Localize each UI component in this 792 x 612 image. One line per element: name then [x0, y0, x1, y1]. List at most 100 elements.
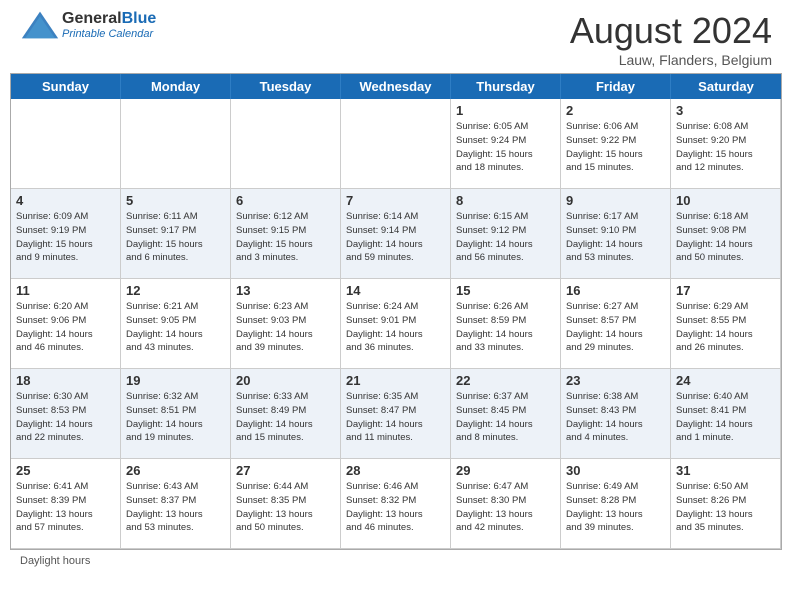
- cal-cell-w1-d6: 10 Sunrise: 6:18 AM Sunset: 9:08 PM Dayli…: [671, 189, 781, 279]
- header: GeneralBlue Printable Calendar August 20…: [0, 0, 792, 73]
- cal-cell-w0-d2: [231, 99, 341, 189]
- header-friday: Friday: [561, 74, 671, 99]
- day-number: 4: [16, 193, 115, 208]
- logo-icon: [20, 10, 60, 40]
- cal-cell-w0-d4: 1Sunrise: 6:05 AM Sunset: 9:24 PM Daylig…: [451, 99, 561, 189]
- day-number: 23: [566, 373, 665, 388]
- page-wrapper: GeneralBlue Printable Calendar August 20…: [0, 0, 792, 572]
- day-info: Sunrise: 6:15 AM Sunset: 9:12 PM Dayligh…: [456, 210, 555, 265]
- cal-cell-w4-d6: 31Sunrise: 6:50 AM Sunset: 8:26 PM Dayli…: [671, 459, 781, 549]
- week-row-2: 4 Sunrise: 6:09 AM Sunset: 9:19 PM Daylig…: [11, 189, 781, 279]
- header-wednesday: Wednesday: [341, 74, 451, 99]
- cal-cell-w3-d0: 18Sunrise: 6:30 AM Sunset: 8:53 PM Dayli…: [11, 369, 121, 459]
- day-number: 17: [676, 283, 775, 298]
- title-section: August 2024 Lauw, Flanders, Belgium: [570, 10, 772, 68]
- day-info: Sunrise: 6:29 AM Sunset: 8:55 PM Dayligh…: [676, 300, 775, 355]
- day-info: Sunrise: 6:37 AM Sunset: 8:45 PM Dayligh…: [456, 390, 555, 445]
- calendar: Sunday Monday Tuesday Wednesday Thursday…: [10, 73, 782, 550]
- day-info: Sunrise: 6:47 AM Sunset: 8:30 PM Dayligh…: [456, 480, 555, 535]
- day-info: Sunrise: 6:11 AM Sunset: 9:17 PM Dayligh…: [126, 210, 225, 265]
- weekday-header: Sunday Monday Tuesday Wednesday Thursday…: [11, 74, 781, 99]
- cal-cell-w4-d1: 26Sunrise: 6:43 AM Sunset: 8:37 PM Dayli…: [121, 459, 231, 549]
- cal-cell-w4-d0: 25 Sunrise: 6:41 AM Sunset: 8:39 PM Dayli…: [11, 459, 121, 549]
- day-number: 16: [566, 283, 665, 298]
- header-thursday: Thursday: [451, 74, 561, 99]
- day-info: Sunrise: 6:30 AM Sunset: 8:53 PM Dayligh…: [16, 390, 115, 445]
- day-info: Sunrise: 6:40 AM Sunset: 8:41 PM Dayligh…: [676, 390, 775, 445]
- day-info: Sunrise: 6:08 AM Sunset: 9:20 PM Dayligh…: [676, 120, 775, 175]
- day-info: Sunrise: 6:23 AM Sunset: 9:03 PM Dayligh…: [236, 300, 335, 355]
- cal-cell-w0-d1: [121, 99, 231, 189]
- daylight-label: Daylight hours: [20, 555, 90, 567]
- header-monday: Monday: [121, 74, 231, 99]
- month-year-title: August 2024: [570, 10, 772, 52]
- cal-cell-w2-d5: 16 Sunrise: 6:27 AM Sunset: 8:57 PM Dayli…: [561, 279, 671, 369]
- cal-cell-w3-d5: 23 Sunrise: 6:38 AM Sunset: 8:43 PM Dayli…: [561, 369, 671, 459]
- logo: GeneralBlue Printable Calendar: [20, 10, 156, 40]
- cal-cell-w0-d5: 2 Sunrise: 6:06 AM Sunset: 9:22 PM Daylig…: [561, 99, 671, 189]
- day-number: 30: [566, 463, 665, 478]
- day-info: Sunrise: 6:14 AM Sunset: 9:14 PM Dayligh…: [346, 210, 445, 265]
- week-row-3: 11Sunrise: 6:20 AM Sunset: 9:06 PM Dayli…: [11, 279, 781, 369]
- week-row-1: 1Sunrise: 6:05 AM Sunset: 9:24 PM Daylig…: [11, 99, 781, 189]
- day-number: 14: [346, 283, 445, 298]
- day-number: 10: [676, 193, 775, 208]
- logo-blue: Blue: [122, 10, 157, 27]
- cal-cell-w4-d4: 29Sunrise: 6:47 AM Sunset: 8:30 PM Dayli…: [451, 459, 561, 549]
- day-info: Sunrise: 6:43 AM Sunset: 8:37 PM Dayligh…: [126, 480, 225, 535]
- day-number: 6: [236, 193, 335, 208]
- day-info: Sunrise: 6:09 AM Sunset: 9:19 PM Dayligh…: [16, 210, 115, 265]
- day-number: 3: [676, 103, 775, 118]
- day-info: Sunrise: 6:18 AM Sunset: 9:08 PM Dayligh…: [676, 210, 775, 265]
- footer: Daylight hours: [0, 550, 792, 572]
- cal-cell-w2-d1: 12Sunrise: 6:21 AM Sunset: 9:05 PM Dayli…: [121, 279, 231, 369]
- day-number: 11: [16, 283, 115, 298]
- week-row-4: 18Sunrise: 6:30 AM Sunset: 8:53 PM Dayli…: [11, 369, 781, 459]
- cal-cell-w0-d3: [341, 99, 451, 189]
- day-info: Sunrise: 6:12 AM Sunset: 9:15 PM Dayligh…: [236, 210, 335, 265]
- cal-cell-w2-d0: 11Sunrise: 6:20 AM Sunset: 9:06 PM Dayli…: [11, 279, 121, 369]
- cal-cell-w3-d4: 22 Sunrise: 6:37 AM Sunset: 8:45 PM Dayli…: [451, 369, 561, 459]
- day-number: 24: [676, 373, 775, 388]
- day-info: Sunrise: 6:05 AM Sunset: 9:24 PM Dayligh…: [456, 120, 555, 175]
- day-number: 19: [126, 373, 225, 388]
- location-title: Lauw, Flanders, Belgium: [570, 52, 772, 68]
- day-number: 22: [456, 373, 555, 388]
- day-info: Sunrise: 6:38 AM Sunset: 8:43 PM Dayligh…: [566, 390, 665, 445]
- cal-cell-w1-d5: 9Sunrise: 6:17 AM Sunset: 9:10 PM Daylig…: [561, 189, 671, 279]
- day-info: Sunrise: 6:27 AM Sunset: 8:57 PM Dayligh…: [566, 300, 665, 355]
- cal-cell-w3-d2: 20 Sunrise: 6:33 AM Sunset: 8:49 PM Dayli…: [231, 369, 341, 459]
- day-info: Sunrise: 6:32 AM Sunset: 8:51 PM Dayligh…: [126, 390, 225, 445]
- day-number: 15: [456, 283, 555, 298]
- cal-cell-w3-d6: 24 Sunrise: 6:40 AM Sunset: 8:41 PM Dayli…: [671, 369, 781, 459]
- day-number: 7: [346, 193, 445, 208]
- cal-cell-w1-d2: 6 Sunrise: 6:12 AM Sunset: 9:15 PM Daylig…: [231, 189, 341, 279]
- cal-cell-w2-d2: 13 Sunrise: 6:23 AM Sunset: 9:03 PM Dayli…: [231, 279, 341, 369]
- day-info: Sunrise: 6:26 AM Sunset: 8:59 PM Dayligh…: [456, 300, 555, 355]
- day-number: 20: [236, 373, 335, 388]
- cal-cell-w2-d4: 15 Sunrise: 6:26 AM Sunset: 8:59 PM Dayli…: [451, 279, 561, 369]
- header-sunday: Sunday: [11, 74, 121, 99]
- day-info: Sunrise: 6:24 AM Sunset: 9:01 PM Dayligh…: [346, 300, 445, 355]
- day-info: Sunrise: 6:49 AM Sunset: 8:28 PM Dayligh…: [566, 480, 665, 535]
- logo-general: General: [62, 10, 122, 27]
- cal-cell-w1-d1: 5Sunrise: 6:11 AM Sunset: 9:17 PM Daylig…: [121, 189, 231, 279]
- cal-cell-w3-d3: 21 Sunrise: 6:35 AM Sunset: 8:47 PM Dayli…: [341, 369, 451, 459]
- cal-cell-w4-d3: 28Sunrise: 6:46 AM Sunset: 8:32 PM Dayli…: [341, 459, 451, 549]
- day-number: 25: [16, 463, 115, 478]
- cal-cell-w4-d5: 30 Sunrise: 6:49 AM Sunset: 8:28 PM Dayli…: [561, 459, 671, 549]
- day-info: Sunrise: 6:35 AM Sunset: 8:47 PM Dayligh…: [346, 390, 445, 445]
- day-info: Sunrise: 6:41 AM Sunset: 8:39 PM Dayligh…: [16, 480, 115, 535]
- day-info: Sunrise: 6:44 AM Sunset: 8:35 PM Dayligh…: [236, 480, 335, 535]
- day-info: Sunrise: 6:33 AM Sunset: 8:49 PM Dayligh…: [236, 390, 335, 445]
- day-number: 28: [346, 463, 445, 478]
- day-info: Sunrise: 6:21 AM Sunset: 9:05 PM Dayligh…: [126, 300, 225, 355]
- day-info: Sunrise: 6:17 AM Sunset: 9:10 PM Dayligh…: [566, 210, 665, 265]
- day-number: 13: [236, 283, 335, 298]
- logo-tagline: Printable Calendar: [62, 28, 156, 40]
- day-number: 21: [346, 373, 445, 388]
- cal-cell-w1-d3: 7 Sunrise: 6:14 AM Sunset: 9:14 PM Daylig…: [341, 189, 451, 279]
- day-number: 2: [566, 103, 665, 118]
- day-info: Sunrise: 6:06 AM Sunset: 9:22 PM Dayligh…: [566, 120, 665, 175]
- day-info: Sunrise: 6:50 AM Sunset: 8:26 PM Dayligh…: [676, 480, 775, 535]
